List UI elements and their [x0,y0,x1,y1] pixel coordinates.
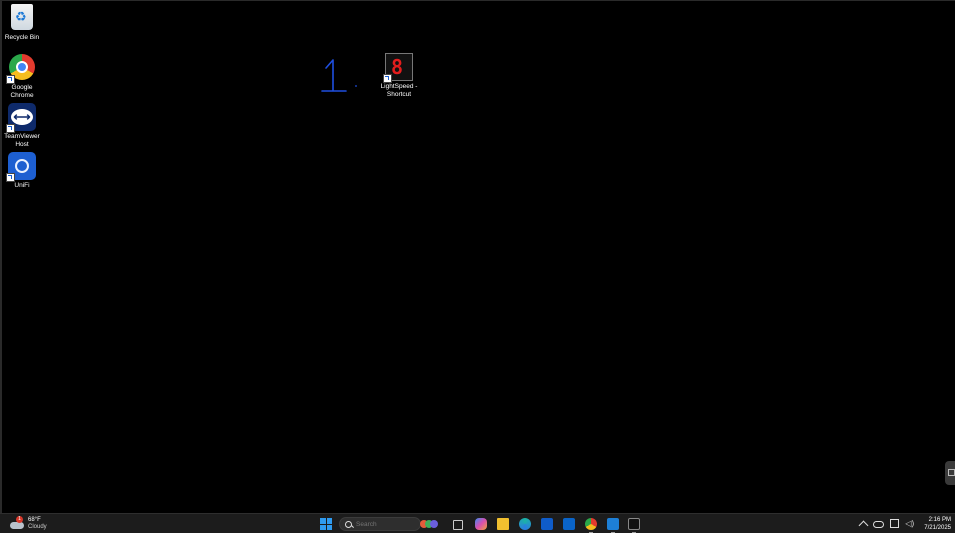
start-windows-icon-pane [320,524,326,530]
copilot-icon[interactable] [475,518,487,530]
unifi-icon [6,152,36,182]
chrome-icon[interactable] [585,518,597,530]
search-input[interactable] [356,520,406,528]
onedrive-icon[interactable] [873,521,885,528]
cloud-icon: 1 [10,516,24,529]
weather-temperature: 68°F [28,517,41,523]
shortcut-arrow-icon [383,74,392,83]
weather-widget[interactable]: 1 68°F Cloudy [10,515,47,533]
volume-icon[interactable]: ◁) [905,519,914,528]
desktop-icon-recycle-bin[interactable]: Recycle Bin [0,4,44,42]
start-windows-icon-pane [326,524,332,530]
file-explorer-icon[interactable] [497,518,509,530]
system-tray: ◁) 2:16 PM 7/21/2025 [858,514,951,533]
desktop-icon-label: LightSpeed - Shortcut [380,83,418,98]
annotation-text: 1. [318,56,320,57]
shortcut-arrow-icon [6,173,15,182]
copilot-widget-icon[interactable] [420,518,440,530]
start-windows-icon [320,518,326,524]
edge-icon[interactable] [519,518,531,530]
task-view-icon[interactable] [453,520,463,530]
lightspeed-icon: 8 [383,53,413,83]
shortcut-arrow-icon [6,124,15,133]
notification-badge: 1 [16,516,23,523]
chevron-up-icon[interactable] [858,520,869,530]
chrome-icon [6,54,36,84]
clock-date: 7/21/2025 [924,524,951,531]
outlook-icon[interactable] [563,518,575,530]
desktop-icon-teamviewer-host[interactable]: TeamViewer Host [0,103,44,149]
start-windows-icon-pane [326,518,332,524]
shortcut-arrow-icon [6,75,15,84]
side-panel-handle[interactable] [945,461,955,485]
taskbar-search-box[interactable] [339,517,438,531]
recycle-bin-icon [8,4,36,32]
weather-condition: Cloudy [28,524,47,530]
desktop-icon-lightspeed-shortcut[interactable]: 8 LightSpeed - Shortcut [377,53,421,99]
clock[interactable]: 2:16 PM 7/21/2025 [924,516,951,532]
desktop-icon-label: TeamViewer Host [4,133,40,148]
lightspeed-icon[interactable] [628,518,640,530]
desktop-icon-label: Recycle Bin [4,34,40,41]
clock-time: 2:16 PM [928,516,951,523]
desktop-icon-label: UniFi [14,182,30,189]
screen-top-edge [0,0,955,1]
search-icon [345,520,352,528]
microsoft-store-icon[interactable] [541,518,553,530]
handwritten-annotation: 1. [318,56,357,92]
desktop-icon-label: Google Chrome [10,84,34,99]
desktop-icon-google-chrome[interactable]: Google Chrome [0,54,44,100]
remote-desktop-icon[interactable] [607,518,619,530]
taskbar: 1 68°F Cloudy ◁) 2:16 PM 7/21/2025 [0,513,955,533]
network-icon[interactable] [890,519,900,528]
desktop-icon-unifi[interactable]: UniFi [0,152,44,190]
start-button[interactable] [320,518,332,530]
teamviewer-icon [6,103,36,133]
